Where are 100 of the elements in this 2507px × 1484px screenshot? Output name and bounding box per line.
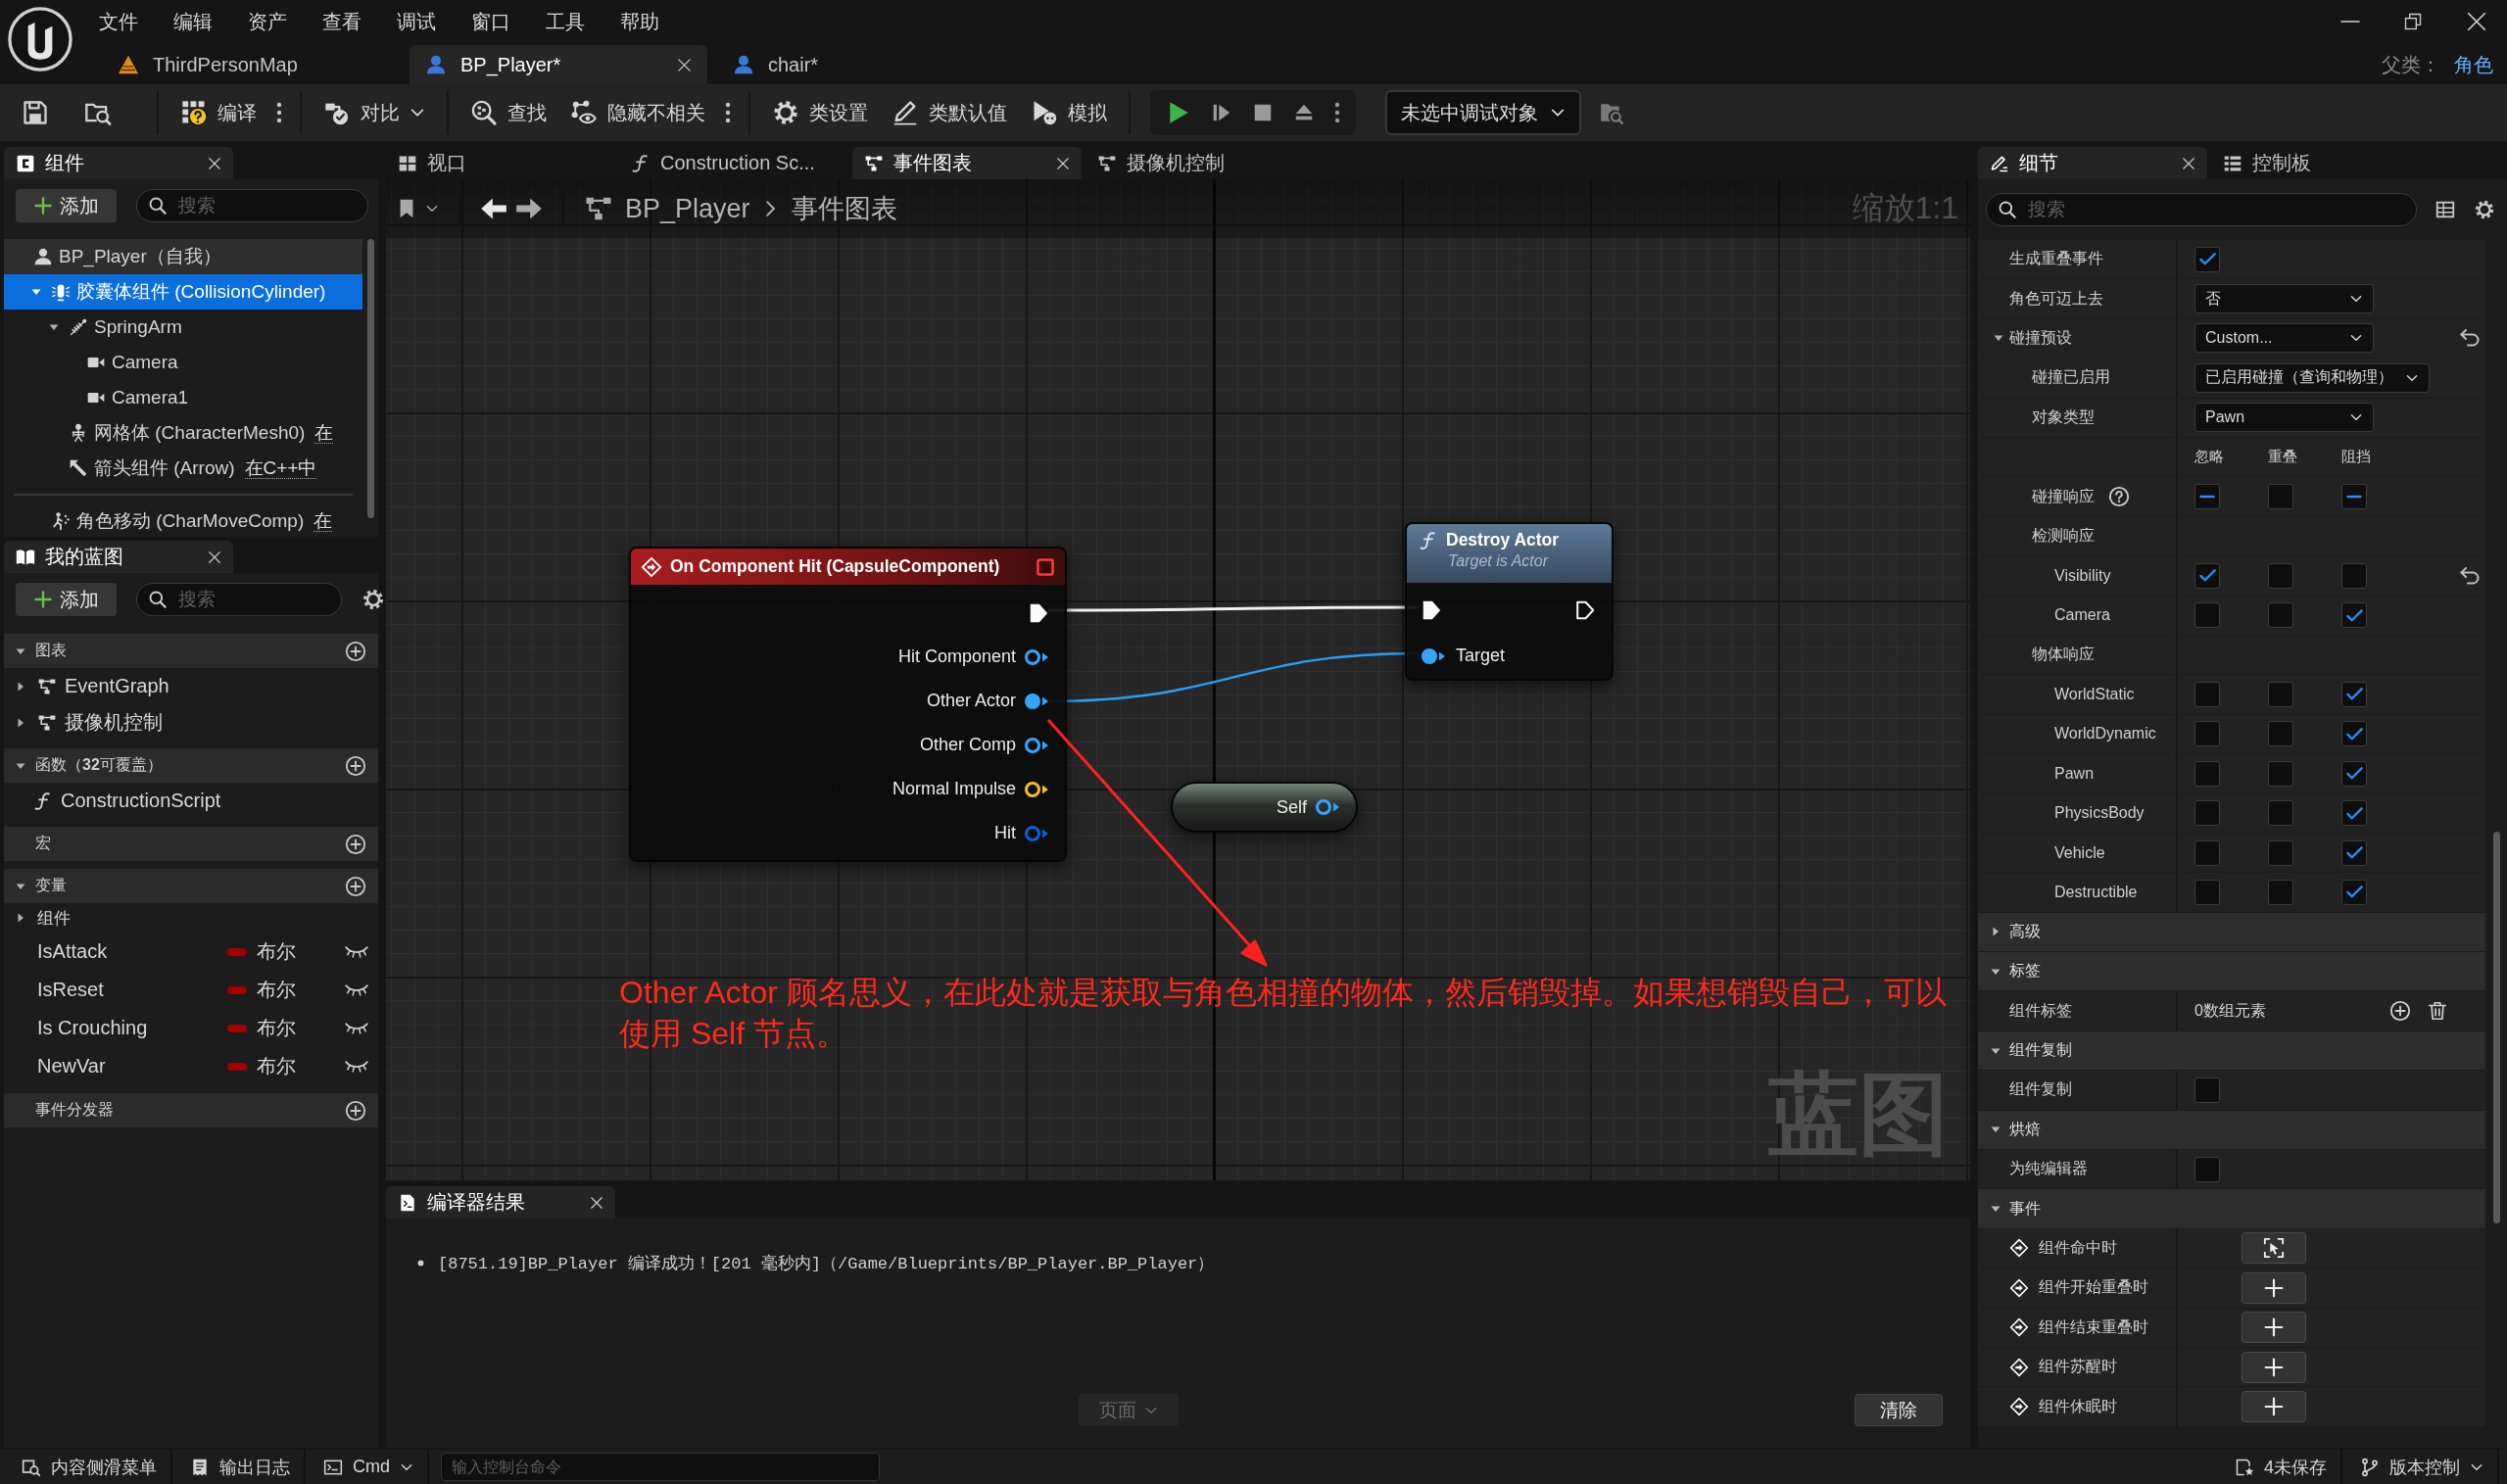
add-event-button[interactable] bbox=[2242, 1312, 2306, 1344]
menu-item[interactable]: 文件 bbox=[99, 8, 138, 35]
checkbox[interactable] bbox=[2194, 246, 2220, 272]
compile-button[interactable]: 编译 bbox=[169, 90, 268, 135]
editor-tab[interactable]: 视口 bbox=[386, 147, 615, 179]
exec-pin-icon[interactable] bbox=[1574, 598, 1596, 621]
trash-icon[interactable] bbox=[2427, 1000, 2448, 1023]
console-input[interactable]: 输入控制台命令 bbox=[441, 1453, 880, 1481]
exec-pin-icon[interactable] bbox=[1028, 601, 1049, 624]
checkbox[interactable] bbox=[2268, 721, 2293, 747]
dropdown[interactable]: 已启用碰撞（查询和物理） bbox=[2194, 362, 2430, 393]
more-options-icon[interactable] bbox=[276, 102, 282, 123]
panel-tab[interactable]: 细节 bbox=[1978, 147, 2207, 179]
function-node[interactable]: Destroy Actor Target is Actor Target bbox=[1405, 522, 1614, 681]
checkbox[interactable] bbox=[2194, 879, 2220, 905]
content-drawer-button[interactable]: 内容侧滑菜单 bbox=[8, 1450, 172, 1484]
help-icon[interactable] bbox=[2108, 486, 2130, 508]
variable-category[interactable]: 组件 bbox=[4, 903, 378, 933]
add-circle-icon[interactable] bbox=[2389, 1000, 2411, 1023]
table-view-icon[interactable] bbox=[2435, 199, 2456, 220]
class-defaults-button[interactable]: 类默认值 bbox=[880, 90, 1019, 135]
close-icon[interactable] bbox=[590, 1195, 603, 1210]
document-tab[interactable]: BP_Player* bbox=[410, 45, 707, 84]
exec-pin-icon[interactable] bbox=[1421, 598, 1442, 621]
source-control-button[interactable]: 版本控制 bbox=[2346, 1450, 2499, 1484]
editor-tab[interactable]: 事件图表 bbox=[852, 147, 1082, 179]
graph-item[interactable]: 摄像机控制 bbox=[4, 704, 378, 741]
edit-in-cpp-link[interactable]: 在C++中 bbox=[244, 457, 317, 479]
engine-logo-icon[interactable] bbox=[8, 7, 72, 72]
search-field[interactable]: 搜索 bbox=[1986, 193, 2417, 226]
tree-item[interactable]: BP_Player（自我） bbox=[4, 239, 362, 274]
checkbox[interactable] bbox=[2268, 879, 2293, 905]
output-log-button[interactable]: 输出日志 bbox=[176, 1450, 306, 1484]
variable-item[interactable]: Is Crouching 布尔 bbox=[4, 1009, 378, 1047]
checkbox[interactable] bbox=[2341, 721, 2367, 747]
find-button[interactable]: 查找 bbox=[458, 90, 558, 135]
add-button[interactable]: 添加 bbox=[16, 583, 117, 616]
self-node[interactable]: Self bbox=[1171, 782, 1358, 833]
scrollbar[interactable] bbox=[2492, 832, 2500, 1223]
category-header[interactable]: 组件复制 bbox=[1978, 1030, 2485, 1071]
checkbox[interactable] bbox=[2194, 562, 2220, 589]
diff-button[interactable]: 对比 bbox=[312, 90, 437, 135]
add-circle-icon[interactable] bbox=[345, 833, 366, 855]
function-item[interactable]: ConstructionScript bbox=[4, 783, 378, 819]
checkbox[interactable] bbox=[2341, 484, 2367, 510]
add-button[interactable]: 添加 bbox=[16, 189, 117, 222]
tree-item[interactable]: 角色移动 (CharMoveComp) 在 bbox=[4, 503, 362, 539]
pin-icon[interactable] bbox=[1421, 646, 1446, 666]
document-tab[interactable]: chair* bbox=[717, 45, 1015, 84]
checkbox[interactable] bbox=[2268, 484, 2293, 510]
more-options-icon[interactable] bbox=[1334, 102, 1340, 123]
checkbox[interactable] bbox=[2341, 562, 2367, 589]
menu-item[interactable]: 资产 bbox=[248, 8, 287, 35]
parent-class-link[interactable]: 角色 bbox=[2454, 51, 2493, 78]
checkbox[interactable] bbox=[2341, 602, 2367, 629]
stop-icon[interactable] bbox=[1252, 102, 1274, 123]
checkbox[interactable] bbox=[2268, 760, 2293, 787]
checkbox[interactable] bbox=[2341, 760, 2367, 787]
dropdown[interactable]: Pawn bbox=[2194, 403, 2374, 433]
checkbox[interactable] bbox=[2268, 839, 2293, 866]
category-header[interactable]: 烘焙 bbox=[1978, 1110, 2485, 1149]
console-mode-dropdown[interactable]: Cmd bbox=[310, 1450, 429, 1484]
edit-in-cpp-link[interactable]: 在 bbox=[314, 422, 334, 444]
panel-tab[interactable]: 我的蓝图 bbox=[4, 541, 233, 573]
checkbox[interactable] bbox=[2194, 484, 2220, 510]
checkbox[interactable] bbox=[2194, 721, 2220, 747]
checkbox[interactable] bbox=[2194, 682, 2220, 707]
add-event-button[interactable] bbox=[2242, 1271, 2306, 1304]
menu-item[interactable]: 窗口 bbox=[471, 8, 510, 35]
settings-icon[interactable] bbox=[362, 588, 385, 611]
breadcrumb-link[interactable]: 事件图表 bbox=[791, 191, 897, 226]
pin-icon[interactable] bbox=[1024, 779, 1049, 799]
add-circle-icon[interactable] bbox=[345, 875, 366, 897]
event-node[interactable]: On Component Hit (CapsuleComponent) Hit Component Other Actor Other Comp Normal Impulse Hit bbox=[629, 547, 1067, 862]
step-icon[interactable] bbox=[1211, 102, 1232, 123]
checkbox[interactable] bbox=[2341, 682, 2367, 707]
search-field[interactable]: 搜索 bbox=[136, 583, 342, 616]
clear-button[interactable]: 清除 bbox=[1855, 1394, 1943, 1426]
add-circle-icon[interactable] bbox=[345, 754, 366, 777]
checkbox[interactable] bbox=[2194, 760, 2220, 787]
pin-icon[interactable] bbox=[1024, 691, 1049, 711]
closed-eye-icon[interactable] bbox=[345, 945, 368, 958]
save-icon[interactable] bbox=[22, 99, 49, 126]
tree-item[interactable]: Camera1 bbox=[4, 380, 362, 415]
panel-tab[interactable]: 组件 bbox=[4, 147, 233, 179]
close-icon[interactable] bbox=[2182, 156, 2195, 170]
panel-tab[interactable]: 控制板 bbox=[2211, 147, 2440, 179]
tree-item[interactable]: 胶囊体组件 (CollisionCylinder) bbox=[4, 274, 362, 310]
close-icon[interactable] bbox=[208, 550, 221, 564]
checkbox[interactable] bbox=[2194, 1156, 2220, 1182]
tree-item[interactable]: SpringArm bbox=[4, 310, 362, 345]
variable-item[interactable]: IsReset 布尔 bbox=[4, 971, 378, 1009]
dropdown[interactable]: Custom... bbox=[2194, 323, 2374, 354]
checkbox[interactable] bbox=[2341, 879, 2367, 905]
simulate-button[interactable]: 模拟 bbox=[1019, 90, 1119, 135]
scrollbar[interactable] bbox=[366, 239, 374, 518]
add-circle-icon[interactable] bbox=[345, 640, 366, 662]
add-circle-icon[interactable] bbox=[345, 1099, 366, 1122]
checkbox[interactable] bbox=[2268, 800, 2293, 827]
closed-eye-icon[interactable] bbox=[345, 1060, 368, 1073]
